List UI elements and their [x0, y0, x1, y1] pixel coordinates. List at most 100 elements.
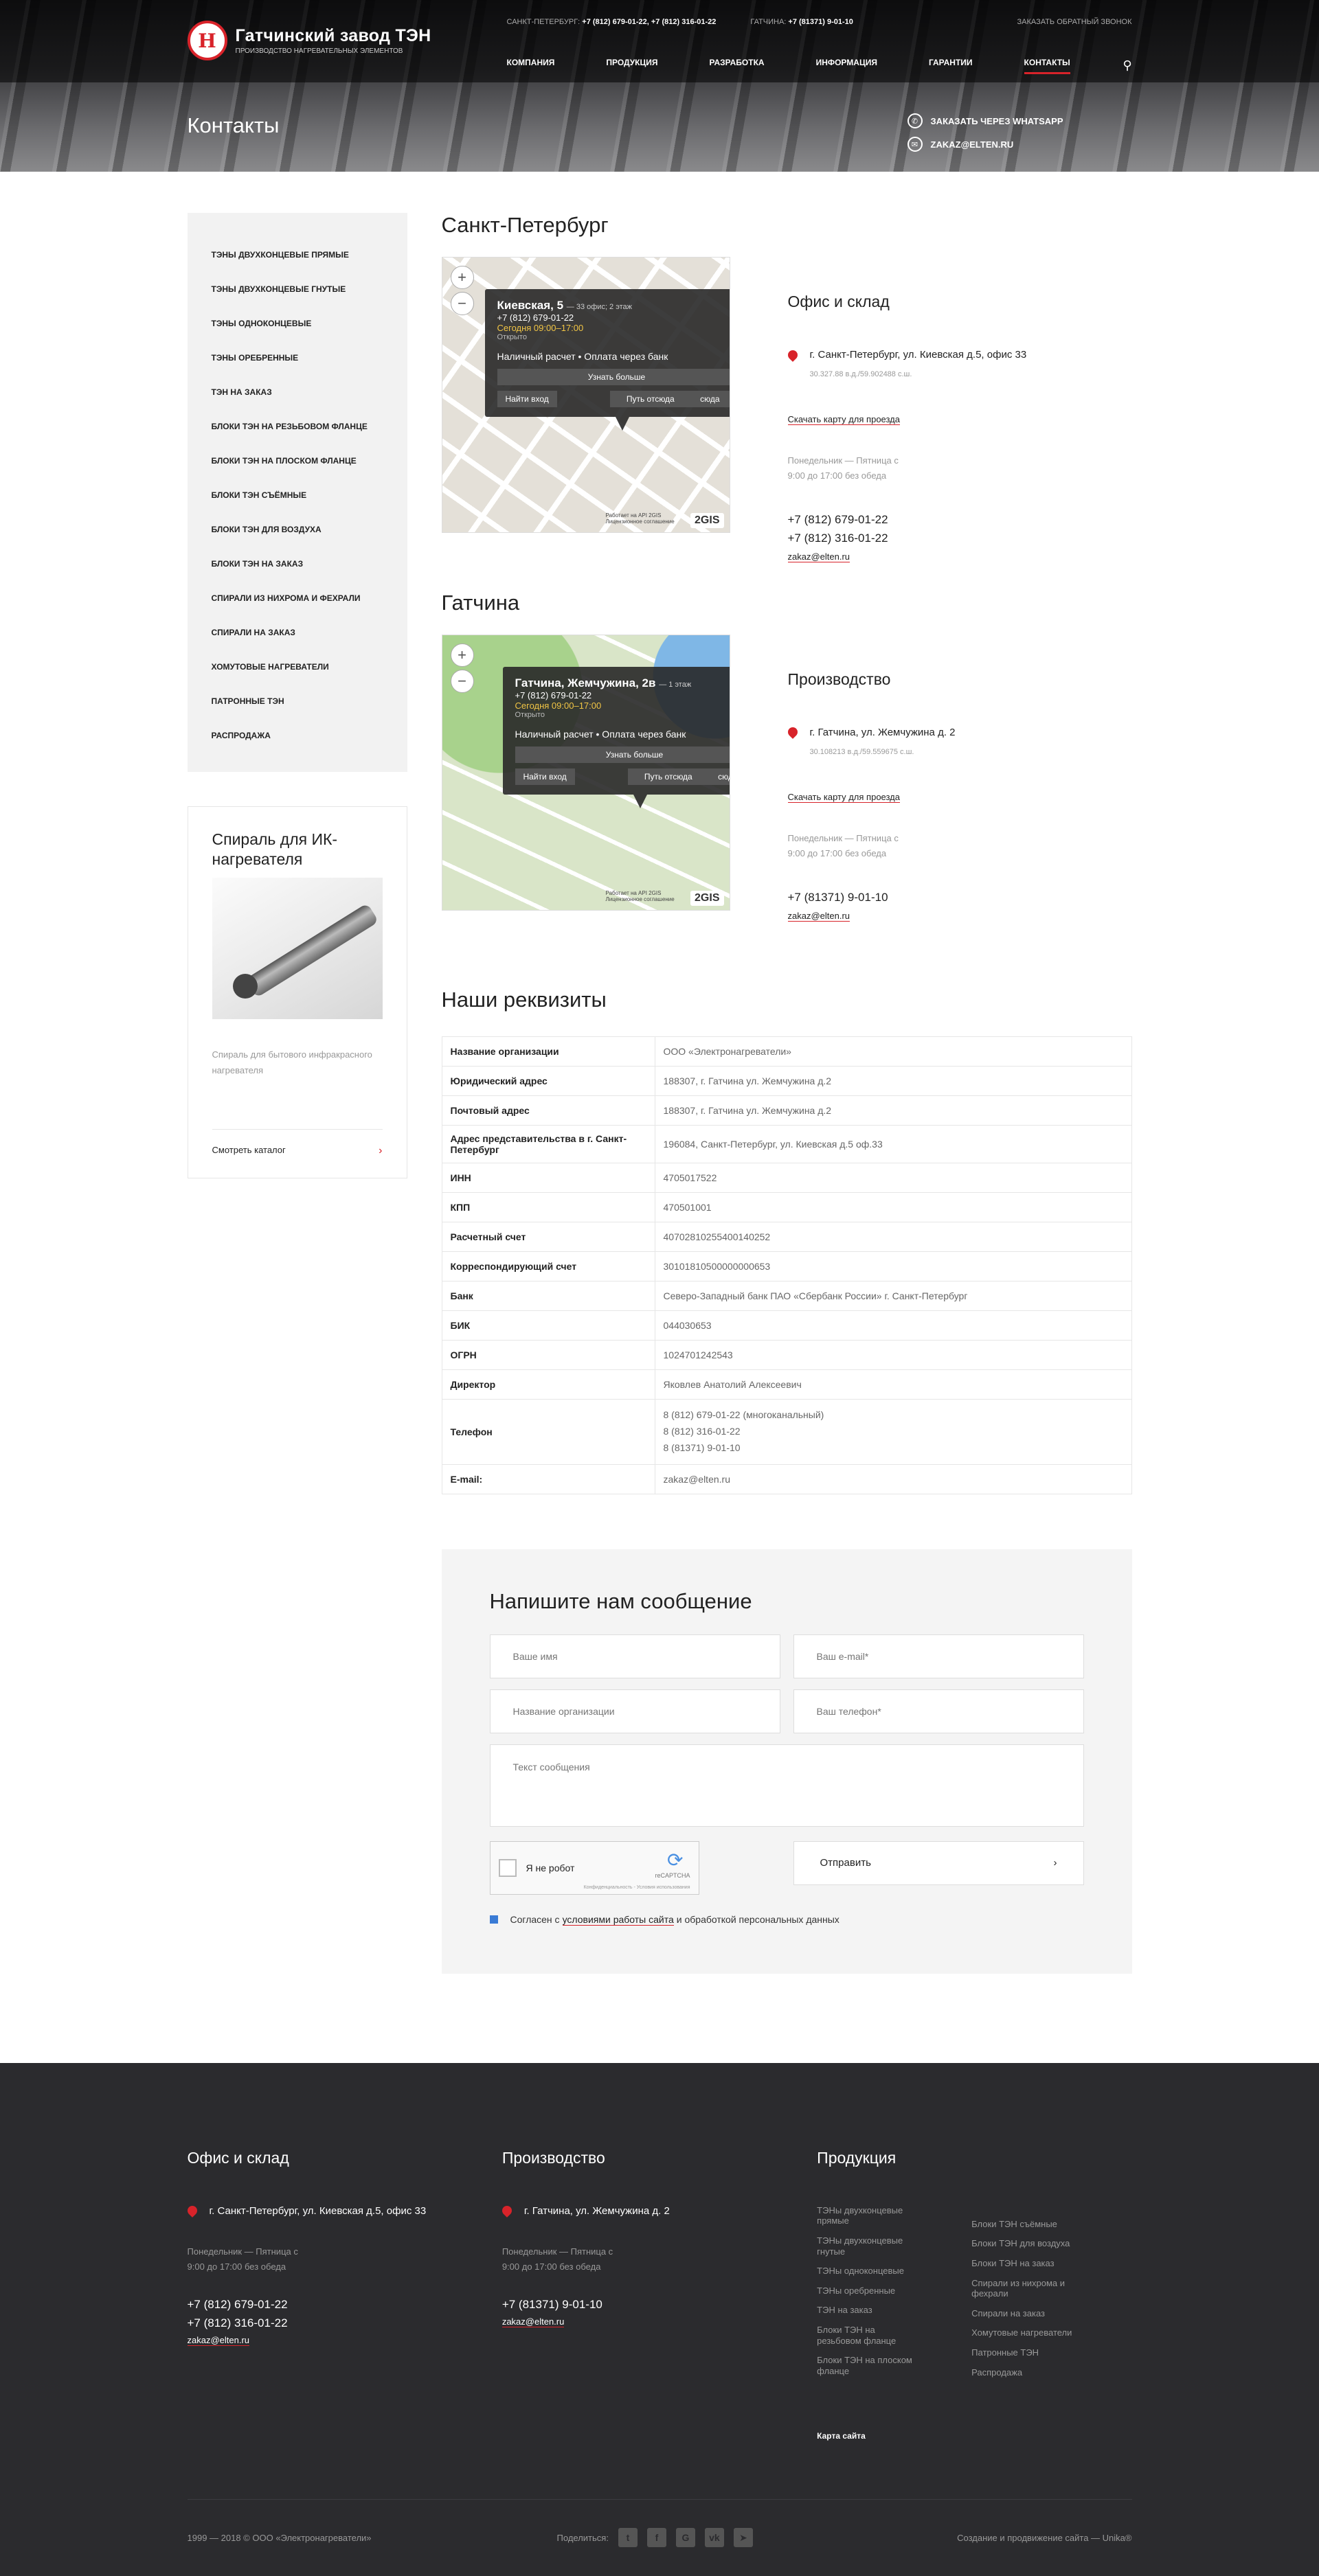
side-menu-item[interactable]: Спирали на заказ	[188, 615, 407, 650]
side-menu-item[interactable]: Блоки ТЭН для воздуха	[188, 512, 407, 547]
zoom-out-icon[interactable]: −	[450, 292, 474, 315]
download-map-link[interactable]: Скачать карту для проезда	[787, 414, 900, 425]
footer-product-link[interactable]: ТЭН на заказ	[817, 2305, 920, 2316]
agree-text: и обработкой персональных данных	[676, 1914, 839, 1926]
footer-product-link[interactable]: Спирали на заказ	[971, 2308, 1074, 2319]
info-email[interactable]: zakaz@elten.ru	[787, 551, 850, 562]
popup-entry-button[interactable]: Найти вход	[515, 768, 575, 785]
nav-contacts[interactable]: Контакты	[1024, 58, 1071, 74]
popup-more-button[interactable]: Узнать больше	[497, 369, 730, 385]
callback-link[interactable]: Заказать обратный звонок	[1017, 18, 1131, 26]
info-phone[interactable]: +7 (81371) 9-01-10	[788, 889, 956, 907]
promo-card[interactable]: Спираль для ИК-нагревателя Спираль для б…	[187, 806, 407, 1178]
spb-phones[interactable]: +7 (812) 679-01-22, +7 (812) 316-01-22	[582, 18, 716, 26]
info-phone[interactable]: +7 (812) 316-01-22	[788, 529, 1027, 547]
footer-product-link[interactable]: Блоки ТЭН съёмные	[971, 2219, 1074, 2230]
popup-route-from[interactable]: Путь отсюда	[635, 768, 701, 785]
submit-button[interactable]: Отправить ›	[793, 1840, 1084, 1885]
footer-product-link[interactable]: Распродажа	[971, 2367, 1074, 2378]
map-copyright[interactable]: Работает на API 2GIS Лицензионное соглаш…	[606, 890, 681, 903]
footer-product-link[interactable]: ТЭНы двухконцевые гнутые	[817, 2235, 920, 2257]
side-menu-item[interactable]: ТЭНы оребренные	[188, 341, 407, 375]
download-map-link[interactable]: Скачать карту для проезда	[787, 792, 900, 803]
promo-description: Спираль для бытового инфракрасного нагре…	[212, 1049, 372, 1075]
telegram-icon[interactable]: ➤	[733, 2528, 753, 2548]
promo-catalog-link[interactable]: Смотреть каталог ›	[212, 1128, 383, 1157]
footer-phone[interactable]: +7 (812) 679-01-22	[188, 2295, 502, 2314]
side-menu-item[interactable]: ТЭН на заказ	[188, 375, 407, 409]
popup-route-to[interactable]: сюда	[710, 768, 730, 785]
nav-development[interactable]: Разработка	[710, 58, 765, 73]
side-menu: ТЭНы двухконцевые прямые ТЭНы двухконцев…	[187, 213, 407, 772]
map-gatchina[interactable]: +− ✕ Гатчина, Жемчужина, 2в — 1 этаж +7 …	[441, 634, 730, 911]
map-spb[interactable]: + − ✕ Киевская, 5 — 33 офис; 2 этаж +7 (8…	[441, 257, 730, 533]
footer-email[interactable]: zakaz@elten.ru	[501, 2316, 565, 2328]
nav-guarantees[interactable]: Гарантии	[929, 58, 973, 73]
footer-product-link[interactable]: Блоки ТЭН для воздуха	[971, 2238, 1074, 2249]
zoom-out-icon[interactable]: −	[450, 669, 474, 693]
footer-email[interactable]: zakaz@elten.ru	[187, 2335, 250, 2347]
footer-phone[interactable]: +7 (812) 316-01-22	[188, 2314, 502, 2332]
twitter-icon[interactable]: t	[618, 2528, 638, 2548]
vk-icon[interactable]: vk	[704, 2528, 724, 2548]
zoom-in-icon[interactable]: +	[450, 266, 474, 289]
side-menu-item[interactable]: ТЭНы двухконцевые гнутые	[188, 272, 407, 306]
developer-link[interactable]: Создание и продвижение сайта — Unika®	[957, 2533, 1131, 2543]
2gis-logo[interactable]: 2GIS	[690, 513, 724, 528]
footer-product-link[interactable]: Блоки ТЭН на резьбовом фланце	[817, 2325, 920, 2346]
info-email[interactable]: zakaz@elten.ru	[787, 911, 850, 922]
footer-product-link[interactable]: Хомутовые нагреватели	[971, 2327, 1074, 2338]
side-menu-item[interactable]: Патронные ТЭН	[188, 684, 407, 718]
popup-entry-button[interactable]: Найти вход	[497, 391, 557, 407]
side-menu-item[interactable]: Хомутовые нагреватели	[188, 650, 407, 684]
footer-product-link[interactable]: ТЭНы двухконцевые прямые	[817, 2205, 920, 2226]
captcha-checkbox[interactable]	[498, 1858, 517, 1877]
terms-link[interactable]: условиями работы сайта	[562, 1914, 674, 1926]
side-menu-item[interactable]: Блоки ТЭН на заказ	[188, 547, 407, 581]
nav-company[interactable]: Компания	[507, 58, 555, 73]
map-copyright[interactable]: Работает на API 2GIS Лицензионное соглаш…	[606, 512, 681, 525]
popup-more-button[interactable]: Узнать больше	[515, 746, 730, 763]
email-input[interactable]	[793, 1634, 1084, 1678]
organization-input[interactable]	[489, 1689, 780, 1733]
footer-product-link[interactable]: ТЭНы оребренные	[817, 2286, 920, 2296]
2gis-logo[interactable]: 2GIS	[690, 890, 724, 906]
footer-product-link[interactable]: Блоки ТЭН на плоском фланце	[817, 2355, 920, 2376]
popup-route-to[interactable]: сюда	[692, 391, 728, 407]
phone-input[interactable]	[793, 1689, 1084, 1733]
footer-phone[interactable]: +7 (81371) 9-01-10	[502, 2295, 817, 2314]
email-link[interactable]: ✉ zakaz@elten.ru	[907, 137, 1063, 152]
captcha-links[interactable]: Конфиденциальность - Условия использован…	[584, 1885, 690, 1890]
zoom-in-icon[interactable]: +	[450, 643, 474, 667]
nav-products[interactable]: Продукция	[606, 58, 657, 73]
requisites-row: Адрес представительства в г. Санкт-Петер…	[441, 1125, 1132, 1164]
requisites-value: 1024701242543	[654, 1340, 1132, 1371]
side-menu-item[interactable]: ТЭНы двухконцевые прямые	[188, 238, 407, 272]
info-phone[interactable]: +7 (812) 679-01-22	[788, 511, 1027, 529]
popup-route-from[interactable]: Путь отсюда	[618, 391, 683, 407]
sitemap-link[interactable]: Карта сайта	[817, 2431, 1131, 2441]
promo-title: Спираль для ИК-нагревателя	[212, 830, 338, 868]
side-menu-item[interactable]: Блоки ТЭН на плоском фланце	[188, 444, 407, 478]
side-menu-item[interactable]: Блоки ТЭН на резьбовом фланце	[188, 409, 407, 444]
footer-product-link[interactable]: ТЭНы одноконцевые	[817, 2266, 920, 2277]
footer-product-link[interactable]: Спирали из нихрома и фехрали	[971, 2278, 1074, 2299]
side-menu-item[interactable]: Блоки ТЭН съёмные	[188, 478, 407, 512]
footer-product-link[interactable]: Блоки ТЭН на заказ	[971, 2258, 1074, 2269]
site-footer: Офис и склад г. Санкт-Петербург, ул. Кие…	[0, 2062, 1319, 2576]
search-icon[interactable]: ⚲	[1123, 58, 1131, 73]
side-menu-item[interactable]: ТЭНы одноконцевые	[188, 306, 407, 341]
nav-info[interactable]: Информация	[816, 58, 877, 73]
footer-product-link[interactable]: Патронные ТЭН	[971, 2347, 1074, 2358]
gat-phone[interactable]: +7 (81371) 9-01-10	[788, 18, 853, 26]
message-textarea[interactable]	[489, 1744, 1084, 1827]
name-input[interactable]	[489, 1634, 780, 1678]
agree-checkbox[interactable]	[489, 1915, 498, 1924]
logo[interactable]: Н Гатчинский завод ТЭН производство нагр…	[187, 21, 431, 60]
pin-icon	[785, 725, 800, 740]
side-menu-item[interactable]: Распродажа	[188, 718, 407, 753]
whatsapp-link[interactable]: ✆ Заказать через WhatsApp	[907, 113, 1063, 128]
side-menu-item[interactable]: Спирали из нихрома и фехрали	[188, 581, 407, 615]
facebook-icon[interactable]: f	[646, 2528, 666, 2548]
google-icon[interactable]: G	[675, 2528, 695, 2548]
